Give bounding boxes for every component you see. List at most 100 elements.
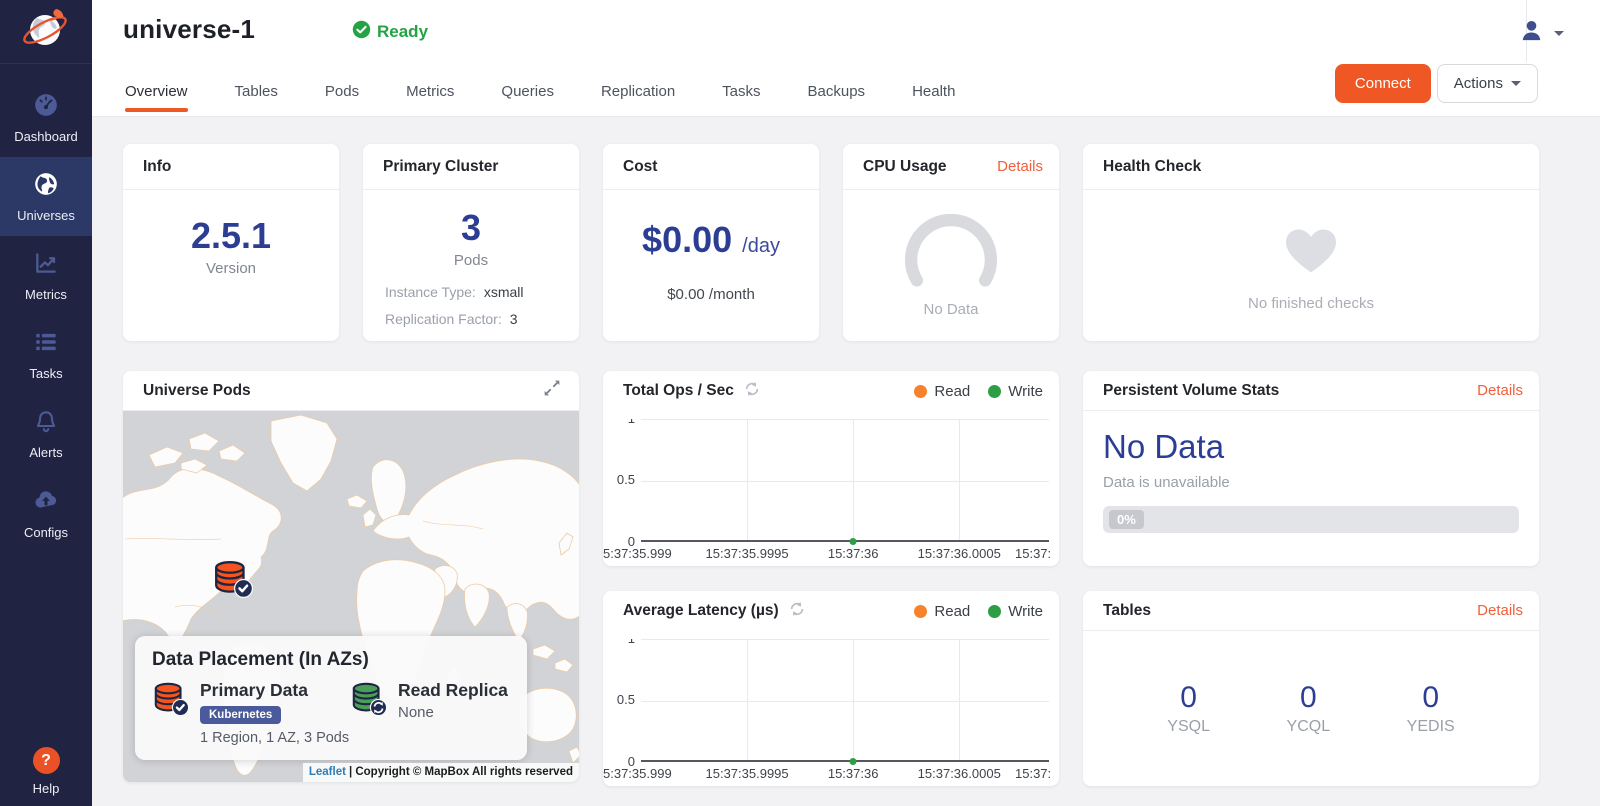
cluster-details: Instance Type: xsmall Replication Factor… bbox=[363, 269, 579, 334]
card-title: Health Check bbox=[1103, 158, 1201, 176]
card-title: Primary Cluster bbox=[383, 158, 498, 176]
cpu-usage-card: CPU Usage Details No Data bbox=[843, 144, 1059, 341]
tab-tasks[interactable]: Tasks bbox=[722, 73, 760, 116]
read-replica-summary: None bbox=[398, 704, 508, 721]
database-primary-icon bbox=[152, 680, 190, 746]
ysql-label: YSQL bbox=[1167, 718, 1210, 736]
sidebar-item-label: Tasks bbox=[29, 366, 62, 381]
replication-factor-label: Replication Factor: bbox=[385, 306, 502, 333]
ysql-count: 0 bbox=[1180, 681, 1197, 715]
sidebar-item-tasks[interactable]: Tasks bbox=[0, 315, 92, 394]
sidebar-item-label: Configs bbox=[24, 525, 68, 540]
sidebar-item-configs[interactable]: Configs bbox=[0, 473, 92, 552]
leaflet-link[interactable]: Leaflet bbox=[309, 766, 346, 778]
version-value: 2.5.1 bbox=[191, 216, 271, 256]
globe-icon bbox=[33, 171, 59, 202]
pvs-details-link[interactable]: Details bbox=[1477, 382, 1523, 399]
user-menu[interactable] bbox=[1518, 17, 1564, 49]
total-ops-plot[interactable]: 1 0.5 0 5:37:35.999 15:37:35.9995 15:37:… bbox=[641, 419, 1049, 542]
bell-icon bbox=[33, 408, 59, 439]
page-title: universe-1 bbox=[123, 14, 255, 45]
x-axis-line bbox=[641, 760, 1049, 762]
legend-read: Read bbox=[914, 383, 970, 400]
map-attribution: Leaflet| Copyright © MapBox All rights r… bbox=[303, 763, 579, 782]
tab-replication[interactable]: Replication bbox=[601, 73, 675, 116]
ycql-label: YCQL bbox=[1287, 718, 1331, 736]
card-title: Average Latency (µs) bbox=[623, 602, 779, 620]
user-avatar-icon bbox=[1518, 17, 1545, 49]
tab-overview[interactable]: Overview bbox=[125, 73, 188, 116]
x-tick: 15:37:35.9995 bbox=[706, 546, 789, 561]
average-latency-plot[interactable]: 1 0.5 0 5:37:35.999 15:37:35.9995 15:37:… bbox=[641, 639, 1049, 762]
chart-legend: Read Write bbox=[914, 383, 1043, 400]
write-data-point bbox=[850, 538, 857, 545]
actions-button-label: Actions bbox=[1454, 75, 1503, 92]
sidebar-item-universes[interactable]: Universes bbox=[0, 157, 92, 236]
ycql-stat: 0 YCQL bbox=[1287, 681, 1331, 736]
primary-cluster-map-marker[interactable] bbox=[211, 558, 255, 600]
refresh-icon[interactable] bbox=[788, 600, 806, 623]
help-label: Help bbox=[33, 781, 60, 796]
world-map[interactable]: Data Placement (In AZs) bbox=[123, 411, 579, 782]
tab-tables[interactable]: Tables bbox=[235, 73, 278, 116]
write-series-dot-icon bbox=[988, 605, 1001, 618]
check-circle-icon bbox=[352, 20, 371, 44]
legend-read: Read bbox=[914, 603, 970, 620]
x-tick: 5:37:35.999 bbox=[603, 766, 672, 781]
yedis-stat: 0 YEDIS bbox=[1407, 681, 1455, 736]
x-tick: 15:37:36.0005 bbox=[918, 766, 1001, 781]
x-tick: 5:37:35.999 bbox=[603, 546, 672, 561]
tab-pods[interactable]: Pods bbox=[325, 73, 359, 116]
sidebar: Dashboard Universes Metri bbox=[0, 0, 92, 806]
health-empty-text: No finished checks bbox=[1248, 295, 1374, 312]
chevron-down-icon bbox=[1511, 81, 1521, 91]
tab-metrics[interactable]: Metrics bbox=[406, 73, 454, 116]
tab-backups[interactable]: Backups bbox=[808, 73, 866, 116]
tab-health[interactable]: Health bbox=[912, 73, 955, 116]
sidebar-item-dashboard[interactable]: Dashboard bbox=[0, 78, 92, 157]
actions-button[interactable]: Actions bbox=[1437, 64, 1538, 103]
tables-details-link[interactable]: Details bbox=[1477, 602, 1523, 619]
card-title: Tables bbox=[1103, 602, 1151, 620]
write-data-point bbox=[850, 758, 857, 765]
expand-icon[interactable] bbox=[541, 377, 563, 404]
attribution-text: | Copyright © MapBox All rights reserved bbox=[349, 766, 573, 778]
pvs-no-data-value: No Data bbox=[1103, 428, 1519, 466]
kubernetes-badge: Kubernetes bbox=[200, 706, 281, 724]
sidebar-item-label: Universes bbox=[17, 208, 75, 223]
y-tick-1: 1 bbox=[603, 419, 635, 427]
card-title: Info bbox=[143, 158, 171, 176]
gauge-arc-icon bbox=[887, 214, 1015, 293]
average-latency-card: Average Latency (µs) Read bbox=[603, 591, 1059, 786]
sidebar-item-label: Metrics bbox=[25, 287, 67, 302]
sidebar-item-label: Dashboard bbox=[14, 129, 78, 144]
gauge-icon bbox=[33, 92, 59, 123]
x-tick: 15:37: bbox=[1015, 546, 1051, 561]
app-logo[interactable] bbox=[0, 0, 92, 64]
data-placement-title: Data Placement (In AZs) bbox=[152, 649, 510, 671]
cpu-empty-text: No Data bbox=[923, 301, 978, 318]
status-badge: Ready bbox=[352, 20, 428, 44]
sidebar-nav: Dashboard Universes Metri bbox=[0, 78, 92, 552]
sidebar-item-alerts[interactable]: Alerts bbox=[0, 394, 92, 473]
sidebar-item-metrics[interactable]: Metrics bbox=[0, 236, 92, 315]
cost-per-day-value: $0.00 bbox=[642, 220, 732, 260]
sidebar-item-help[interactable]: Help bbox=[0, 747, 92, 796]
yedis-count: 0 bbox=[1422, 681, 1439, 715]
total-ops-card: Total Ops / Sec Read Writ bbox=[603, 371, 1059, 566]
info-card: Info 2.5.1 Version bbox=[123, 144, 339, 341]
tab-bar: Overview Tables Pods Metrics Queries Rep… bbox=[125, 73, 955, 116]
read-series-dot-icon bbox=[914, 385, 927, 398]
card-title: Total Ops / Sec bbox=[623, 382, 734, 400]
refresh-icon[interactable] bbox=[743, 380, 761, 403]
connect-button[interactable]: Connect bbox=[1335, 64, 1431, 103]
x-tick: 15:37: bbox=[1015, 766, 1051, 781]
instance-type-label: Instance Type: bbox=[385, 279, 476, 306]
universe-pods-card: Universe Pods bbox=[123, 371, 579, 782]
cpu-details-link[interactable]: Details bbox=[997, 158, 1043, 175]
read-series-dot-icon bbox=[914, 605, 927, 618]
tab-queries[interactable]: Queries bbox=[501, 73, 554, 116]
chart-legend: Read Write bbox=[914, 603, 1043, 620]
instance-type-value: xsmall bbox=[484, 279, 524, 306]
header-buttons: Connect Actions bbox=[1335, 64, 1538, 103]
